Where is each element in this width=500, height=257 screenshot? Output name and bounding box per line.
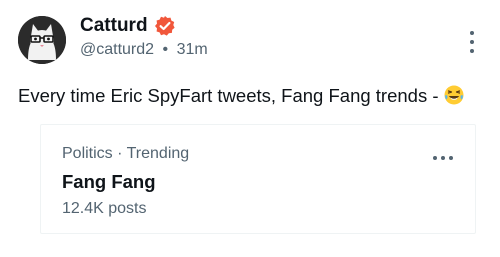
author-name[interactable]: Catturd bbox=[80, 15, 148, 37]
more-horizontal-icon[interactable] bbox=[433, 156, 453, 160]
author-handle[interactable]: @catturd2 bbox=[80, 41, 154, 58]
cat-avatar-image bbox=[18, 16, 66, 64]
tweet-text: Every time Eric SpyFart tweets, Fang Fan… bbox=[18, 85, 464, 107]
tweet-timestamp[interactable]: 31m bbox=[177, 41, 208, 58]
trend-post-count: 12.4K posts bbox=[62, 200, 147, 217]
avatar[interactable] bbox=[18, 16, 66, 64]
trend-name[interactable]: Fang Fang bbox=[62, 171, 156, 193]
trend-context: Politics · Trending bbox=[62, 145, 190, 162]
tweet-body: Every time Eric SpyFart tweets, Fang Fan… bbox=[18, 85, 444, 106]
verified-badge-icon bbox=[154, 15, 176, 37]
author-row: Catturd bbox=[80, 15, 176, 37]
tweet-meta: @catturd2 • 31m bbox=[80, 41, 208, 59]
meta-separator: • bbox=[162, 41, 169, 58]
more-vertical-icon[interactable] bbox=[468, 31, 476, 53]
trend-card[interactable]: Politics · Trending Fang Fang 12.4K post… bbox=[40, 124, 476, 234]
laughing-emoji-icon bbox=[444, 85, 464, 105]
